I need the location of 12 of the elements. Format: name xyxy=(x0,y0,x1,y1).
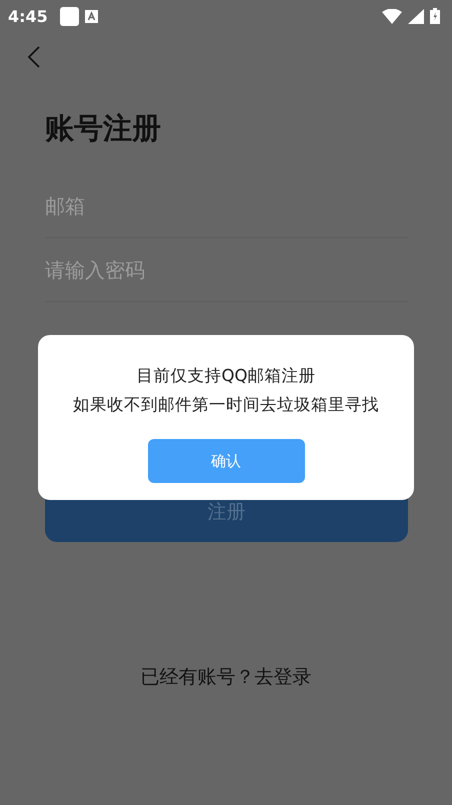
status-time: 4:45 xyxy=(8,6,48,26)
page-title: 账号注册 xyxy=(45,110,162,146)
dialog-message: 目前仅支持QQ邮箱注册 xyxy=(136,365,316,387)
battery-icon xyxy=(430,8,440,24)
wifi-icon xyxy=(382,8,402,24)
signal-icon xyxy=(408,8,424,24)
keyboard-a-icon xyxy=(84,10,98,22)
back-icon[interactable] xyxy=(27,46,41,68)
login-link[interactable]: 已经有账号？去登录 xyxy=(140,664,312,690)
notification-icon xyxy=(60,6,79,26)
dialog-message: 如果收不到邮件第一时间去垃圾箱里寻找 xyxy=(73,394,379,416)
confirm-button[interactable]: 确认 xyxy=(148,439,304,483)
